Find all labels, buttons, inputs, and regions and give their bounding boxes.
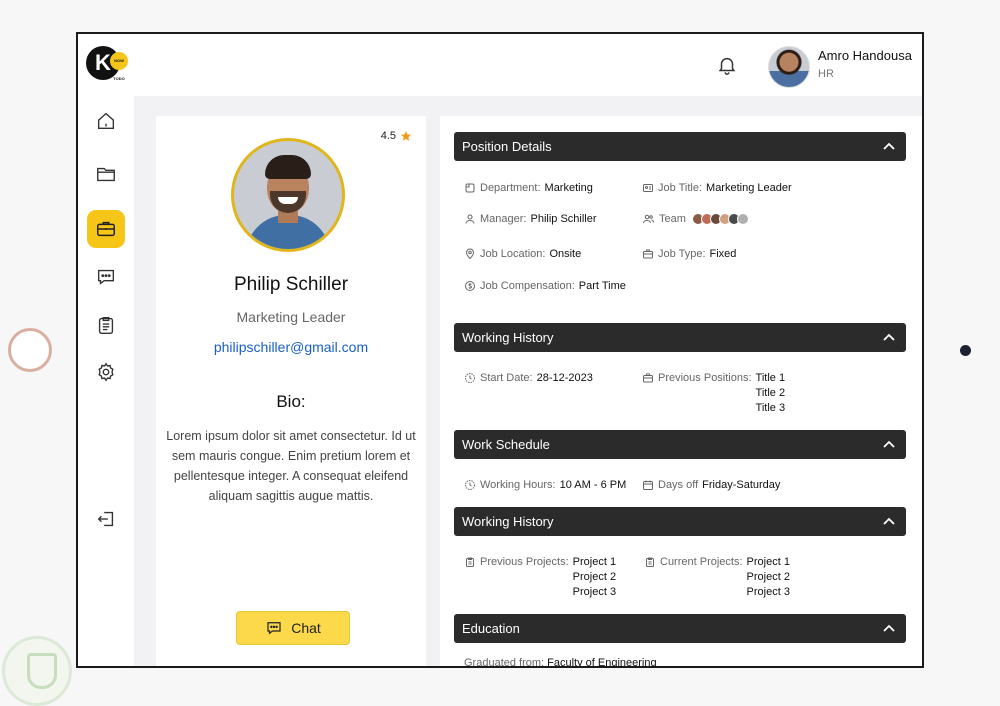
chevron-up-icon[interactable] (882, 439, 896, 449)
chat-button[interactable]: Chat (236, 611, 350, 645)
tag-icon (465, 183, 475, 193)
clipboard-icon (646, 557, 654, 567)
user-role: HR (818, 68, 834, 80)
user-icon (465, 214, 475, 224)
money-icon (465, 281, 475, 291)
list-item: Project 3 (572, 586, 617, 598)
previous-positions-list: Title 1 Title 2 Title 3 (756, 372, 786, 414)
list-item: Project 3 (746, 586, 790, 598)
tablet-camera (960, 345, 971, 356)
clipboard-icon (466, 557, 474, 567)
profile-photo (231, 138, 345, 252)
sidebar-item-jobs[interactable] (87, 210, 125, 248)
id-card-icon (643, 184, 653, 192)
working-hours-field: Working Hours: 10 AM - 6 PM (464, 479, 626, 491)
top-bar: K NOW TODO Amro Handousa HR (78, 34, 922, 96)
chat-icon (97, 269, 115, 285)
job-compensation-field: Job Compensation: Part Time (464, 280, 626, 292)
chevron-up-icon[interactable] (882, 516, 896, 526)
previous-projects-list: Project 1 Project 2 Project 3 (573, 556, 616, 598)
gear-icon (98, 362, 114, 382)
chevron-up-icon[interactable] (882, 332, 896, 342)
education-first-field: Graduated from: Faculty of Engineering (464, 657, 657, 668)
position-details-header[interactable]: Position Details (454, 132, 906, 161)
profile-name: Philip Schiller (233, 274, 349, 295)
bell-icon[interactable] (716, 54, 738, 76)
chat-bubble-icon (267, 622, 281, 635)
sidebar-item-tasks[interactable] (87, 306, 125, 344)
clipboard-icon (98, 316, 114, 334)
job-type-field: Job Type: Fixed (642, 248, 736, 260)
watermark-logo (2, 636, 72, 706)
app-screen: K NOW TODO Amro Handousa HR 4.5 Philip S… (76, 32, 924, 668)
list-item: Project 2 (572, 571, 617, 583)
star-icon (401, 131, 411, 141)
clock-icon (465, 480, 475, 490)
profile-card: 4.5 Philip Schiller Marketing Leader phi… (156, 116, 426, 666)
days-off-field: Days off Friday-Saturday (642, 479, 780, 491)
clock-icon (465, 373, 475, 383)
location-pin-icon (465, 248, 475, 260)
education-header[interactable]: Education (454, 614, 906, 643)
chevron-up-icon[interactable] (882, 141, 896, 151)
list-item: Title 3 (755, 402, 786, 414)
tablet-home-button[interactable] (8, 328, 52, 372)
rating-value: 4.5 (380, 130, 396, 142)
sidebar-item-settings[interactable] (87, 353, 125, 391)
profile-job-title: Marketing Leader (236, 309, 346, 325)
users-icon (643, 214, 654, 224)
sidebar-logout-button[interactable] (87, 500, 125, 538)
folder-icon (97, 167, 115, 182)
previous-positions-field: Previous Positions: Title 1 Title 2 Titl… (642, 372, 785, 414)
bio-heading: Bio: (276, 392, 306, 411)
sidebar-item-files[interactable] (87, 155, 125, 193)
home-icon (97, 112, 115, 130)
chat-button-label: Chat (291, 620, 321, 636)
job-location-field: Job Location: Onsite (464, 248, 581, 260)
briefcase-small-icon (643, 373, 653, 383)
current-projects-list: Project 1 Project 2 Project 3 (747, 556, 790, 598)
main-content: 4.5 Philip Schiller Marketing Leader phi… (134, 96, 922, 668)
bio-text: Lorem ipsum dolor sit amet consectetur. … (166, 429, 416, 503)
logo-badge: NOW TODO (110, 52, 128, 81)
sidebar-item-home[interactable] (87, 102, 125, 140)
user-avatar[interactable] (768, 46, 810, 88)
list-item: Title 1 (755, 372, 786, 384)
logout-icon (97, 511, 114, 527)
rating: 4.5 (381, 130, 412, 142)
briefcase-icon (97, 221, 115, 237)
calendar-icon (643, 480, 653, 490)
list-item: Title 2 (755, 387, 786, 399)
sidebar-item-messages[interactable] (87, 258, 125, 296)
list-item: Project 2 (746, 571, 790, 583)
working-history-header[interactable]: Working History (454, 323, 906, 352)
list-item: Project 1 (746, 556, 790, 568)
department-field: Department: Marketing (464, 182, 593, 194)
manager-field: Manager: Philip Schiller (464, 213, 597, 225)
briefcase-small-icon (643, 249, 653, 259)
start-date-field: Start Date: 28-12-2023 (464, 372, 593, 384)
chevron-up-icon[interactable] (882, 623, 896, 633)
list-item: Project 1 (572, 556, 617, 568)
details-panel: Position Details Department: Marketing J… (440, 116, 922, 668)
work-schedule-header[interactable]: Work Schedule (454, 430, 906, 459)
current-projects-field: Current Projects: Project 1 Project 2 Pr… (644, 556, 790, 598)
previous-projects-field: Previous Projects: Project 1 Project 2 P… (464, 556, 616, 598)
team-avatars[interactable] (690, 213, 749, 225)
job-title-field: Job Title: Marketing Leader (642, 182, 792, 194)
sidebar (78, 96, 134, 666)
projects-history-header[interactable]: Working History (454, 507, 906, 536)
profile-email-link[interactable]: philipschiller@gmail.com (156, 339, 426, 355)
user-name: Amro Handousa (818, 48, 912, 63)
team-field: Team (642, 213, 749, 225)
